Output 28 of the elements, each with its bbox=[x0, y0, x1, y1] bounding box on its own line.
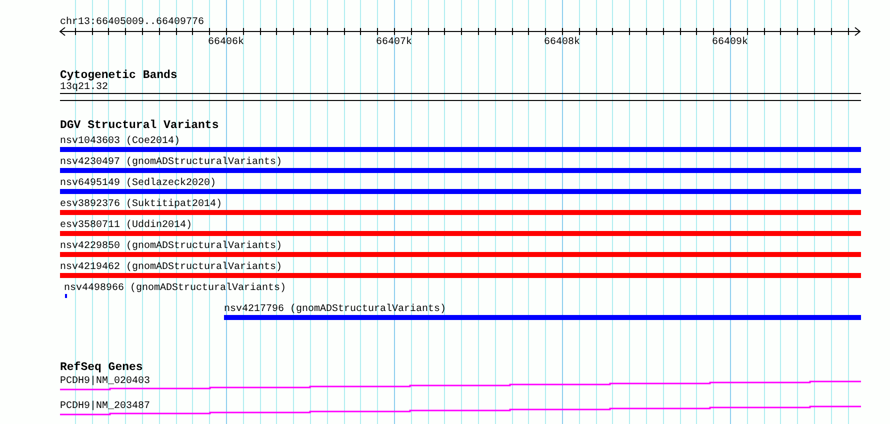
ruler-tick-label: 66408k bbox=[544, 37, 580, 48]
variant-bar[interactable] bbox=[60, 210, 861, 215]
variant-bar[interactable] bbox=[60, 147, 861, 152]
variant-label: nsv4230497 (gnomADStructuralVariants) bbox=[60, 157, 282, 168]
variant-bar[interactable] bbox=[60, 231, 861, 236]
variant-label: nsv4229850 (gnomADStructuralVariants) bbox=[60, 241, 282, 252]
variant-label: nsv4219462 (gnomADStructuralVariants) bbox=[60, 262, 282, 273]
ruler-tick-label: 66407k bbox=[376, 37, 412, 48]
track-title: Cytogenetic Bands bbox=[60, 69, 178, 82]
variant-label: nsv4498966 (gnomADStructuralVariants) bbox=[64, 283, 286, 294]
track-title: RefSeq Genes bbox=[60, 361, 143, 374]
variant-bar[interactable] bbox=[60, 189, 861, 194]
gene-label: PCDH9|NM_203487 bbox=[60, 401, 150, 412]
variant-bar[interactable] bbox=[60, 168, 861, 173]
band-label: 13q21.32 bbox=[60, 82, 108, 93]
ruler-tick-label: 66409k bbox=[712, 37, 748, 48]
variant-label: esv3580711 (Uddin2014) bbox=[60, 220, 192, 231]
variant-bar[interactable] bbox=[60, 273, 861, 278]
variant-label: nsv4217796 (gnomADStructuralVariants) bbox=[224, 304, 446, 315]
gene-label: PCDH9|NM_020403 bbox=[60, 376, 150, 387]
track-title: DGV Structural Variants bbox=[60, 119, 219, 132]
variant-label: esv3892376 (Suktitipat2014) bbox=[60, 199, 222, 210]
variant-label: nsv6495149 (Sedlazeck2020) bbox=[60, 178, 216, 189]
variant-label: nsv1043603 (Coe2014) bbox=[60, 136, 180, 147]
ruler-tick-label: 66406k bbox=[208, 37, 244, 48]
variant-bar[interactable] bbox=[224, 315, 861, 320]
location-label: chr13:66405009..66409776 bbox=[60, 17, 204, 28]
variant-bar[interactable] bbox=[60, 252, 861, 257]
